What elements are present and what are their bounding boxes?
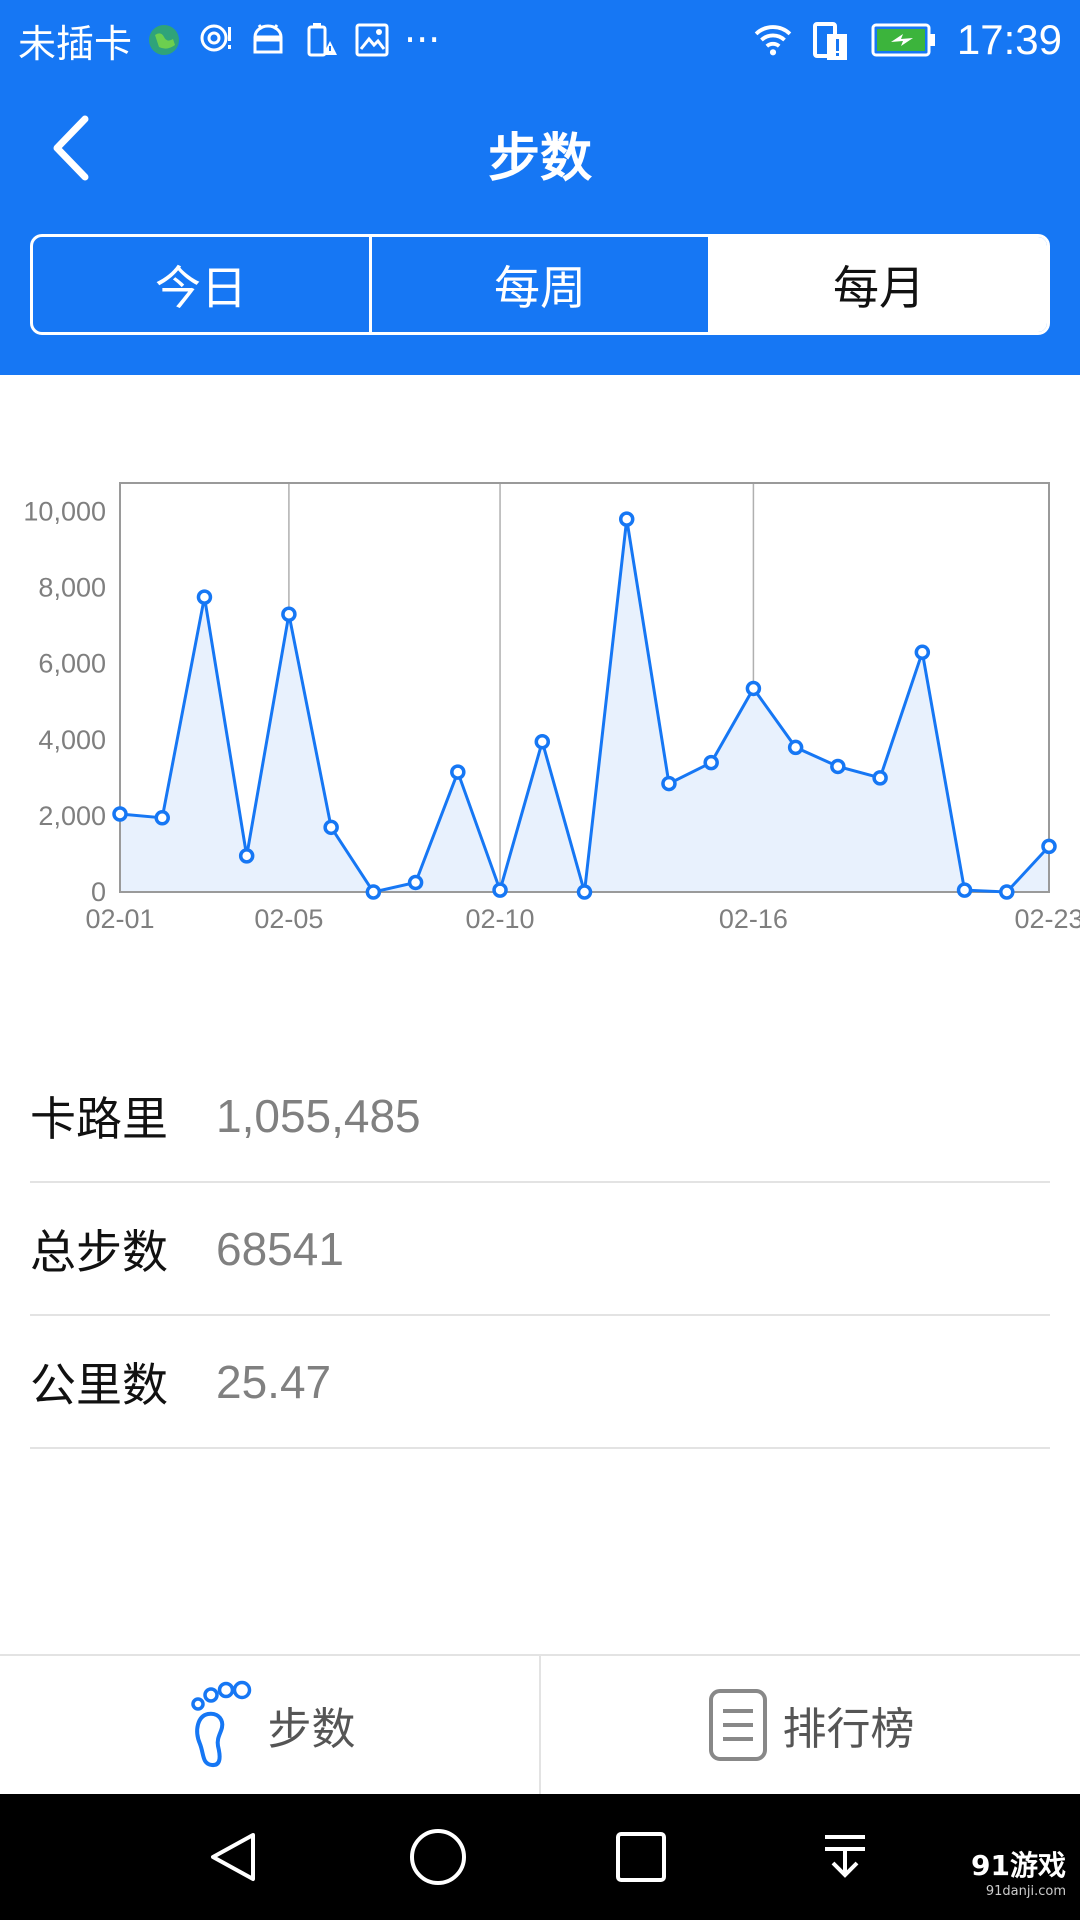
y-tick-label: 4,000 <box>38 725 106 755</box>
data-point <box>492 882 508 898</box>
y-tick-label: 0 <box>91 877 106 907</box>
data-point <box>323 819 339 836</box>
steps-chart-svg: 0 2,000 4,000 6,000 8,000 10,000 02-01 02-05 02-… <box>23 482 1080 934</box>
data-point <box>956 882 973 898</box>
system-nav-bar: 91游戏 91danji.com <box>0 1794 1080 1920</box>
system-recents-button[interactable] <box>606 1822 676 1892</box>
data-point <box>281 606 297 623</box>
footprint-icon <box>190 1680 251 1767</box>
watermark-main: 91游戏 <box>971 1849 1066 1882</box>
period-tabs: 今日 每周 每月 <box>30 234 1050 335</box>
data-point <box>745 680 762 697</box>
hotspot-icon <box>196 20 236 60</box>
system-back-button[interactable] <box>198 1822 268 1892</box>
carrier-label: 未插卡 <box>18 21 133 66</box>
system-home-button[interactable] <box>403 1822 473 1892</box>
x-tick-label: 02-05 <box>254 904 323 934</box>
data-point <box>872 770 888 786</box>
stat-value-total-steps: 68541 <box>216 1222 344 1275</box>
x-tick-label: 02-01 <box>85 904 154 934</box>
android-icon <box>248 20 288 60</box>
x-tick-label: 02-10 <box>466 904 535 934</box>
stat-label-calories: 卡路里 <box>30 1091 168 1146</box>
data-point <box>154 810 170 826</box>
data-point <box>238 848 255 864</box>
tab-week[interactable]: 每周 <box>369 237 708 332</box>
data-point <box>618 511 635 527</box>
y-tick-label: 10,000 <box>23 497 106 527</box>
nav-leaderboard-label: 排行榜 <box>782 1704 915 1755</box>
square-recents-icon <box>616 1832 666 1882</box>
status-bar: 未插卡 ··· 17:39 <box>0 0 1080 78</box>
data-point <box>407 874 424 891</box>
page-title: 步数 <box>487 129 592 189</box>
stat-row-kilometers: 公里数 25.47 <box>30 1316 1050 1449</box>
bottom-nav: 步数 排行榜 <box>0 1654 1080 1794</box>
circle-home-icon <box>410 1829 466 1885</box>
data-point <box>787 739 804 756</box>
watermark: 91游戏 91danji.com <box>971 1844 1066 1899</box>
data-point <box>450 764 466 780</box>
clock: 17:39 <box>956 16 1062 63</box>
stats-list: 卡路里 1,055,485 总步数 68541 公里数 25.47 <box>30 1050 1050 1449</box>
wifi-icon <box>753 20 793 60</box>
data-point <box>703 754 719 771</box>
steps-chart: 0 2,000 4,000 6,000 8,000 10,000 02-01 02-05 02-… <box>0 460 1080 940</box>
y-tick-label: 8,000 <box>38 573 106 603</box>
watermark-sub: 91danji.com <box>985 1884 1066 1899</box>
data-point <box>1041 838 1057 855</box>
data-point <box>914 644 931 661</box>
battery-charging-icon <box>869 20 939 60</box>
stat-label-kilometers: 公里数 <box>30 1357 168 1412</box>
y-tick-label: 2,000 <box>38 801 106 831</box>
nav-steps-label: 步数 <box>267 1704 356 1755</box>
top-app-area: 未插卡 ··· 17:39 步数 今日 每周 每月 <box>0 0 1080 375</box>
data-point <box>661 775 677 792</box>
stat-value-kilometers: 25.47 <box>216 1355 332 1408</box>
battery-warning-icon <box>300 20 340 60</box>
list-icon <box>708 1689 767 1761</box>
tab-month[interactable]: 每月 <box>708 237 1047 332</box>
nav-steps[interactable]: 步数 <box>0 1656 539 1794</box>
stat-row-calories: 卡路里 1,055,485 <box>30 1050 1050 1183</box>
y-tick-label: 6,000 <box>38 649 106 679</box>
stat-value-calories: 1,055,485 <box>216 1089 421 1142</box>
image-icon <box>352 20 392 60</box>
x-tick-label: 02-16 <box>719 904 788 934</box>
data-point <box>112 806 128 822</box>
tab-today[interactable]: 今日 <box>33 237 369 332</box>
x-tick-label: 02-23 <box>1014 904 1080 934</box>
globe-icon <box>144 20 184 60</box>
data-point <box>196 589 213 605</box>
more-notifications-icon: ··· <box>404 18 441 62</box>
data-point <box>365 884 382 900</box>
data-point <box>999 884 1015 900</box>
data-point <box>576 884 593 900</box>
data-point <box>830 758 846 775</box>
triangle-back-icon <box>211 1833 255 1881</box>
stat-label-total-steps: 总步数 <box>30 1224 168 1279</box>
system-notification-button[interactable] <box>810 1822 880 1892</box>
app-bar: 步数 <box>0 78 1080 218</box>
sim-alert-icon <box>811 20 851 60</box>
data-point <box>534 733 551 750</box>
pull-down-icon <box>825 1835 865 1878</box>
stat-row-total-steps: 总步数 68541 <box>30 1183 1050 1316</box>
nav-leaderboard[interactable]: 排行榜 <box>539 1656 1080 1794</box>
